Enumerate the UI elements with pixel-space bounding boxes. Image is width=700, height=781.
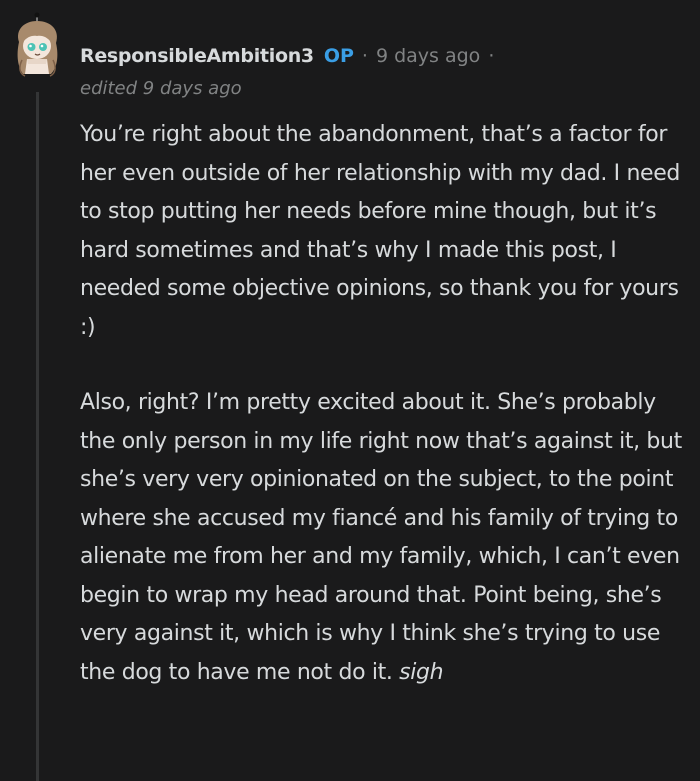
comment-paragraph-2-text: Also, right? I’m pretty excited about it…: [80, 390, 682, 685]
comment-body: You’re right about the abandonment, that…: [80, 116, 690, 692]
timestamp-link[interactable]: 9 days ago: [376, 40, 480, 72]
user-avatar[interactable]: [10, 12, 66, 80]
comment: ResponsibleAmbition3 OP · 9 days ago · e…: [0, 0, 700, 781]
edited-label: edited 9 days ago: [80, 78, 242, 99]
thread-line[interactable]: [36, 92, 39, 781]
username-link[interactable]: ResponsibleAmbition3: [80, 40, 314, 72]
separator-dot-trailing: ·: [488, 45, 495, 67]
comment-italic-sigh: sigh: [399, 659, 444, 685]
comment-paragraph-1: You’re right about the abandonment, that…: [80, 122, 681, 340]
comment-paragraph-2: Also, right? I’m pretty excited about it…: [80, 384, 690, 692]
op-badge: OP: [323, 45, 354, 67]
comment-meta: ResponsibleAmbition3 OP · 9 days ago ·: [80, 40, 502, 72]
separator-dot: ·: [361, 45, 368, 67]
